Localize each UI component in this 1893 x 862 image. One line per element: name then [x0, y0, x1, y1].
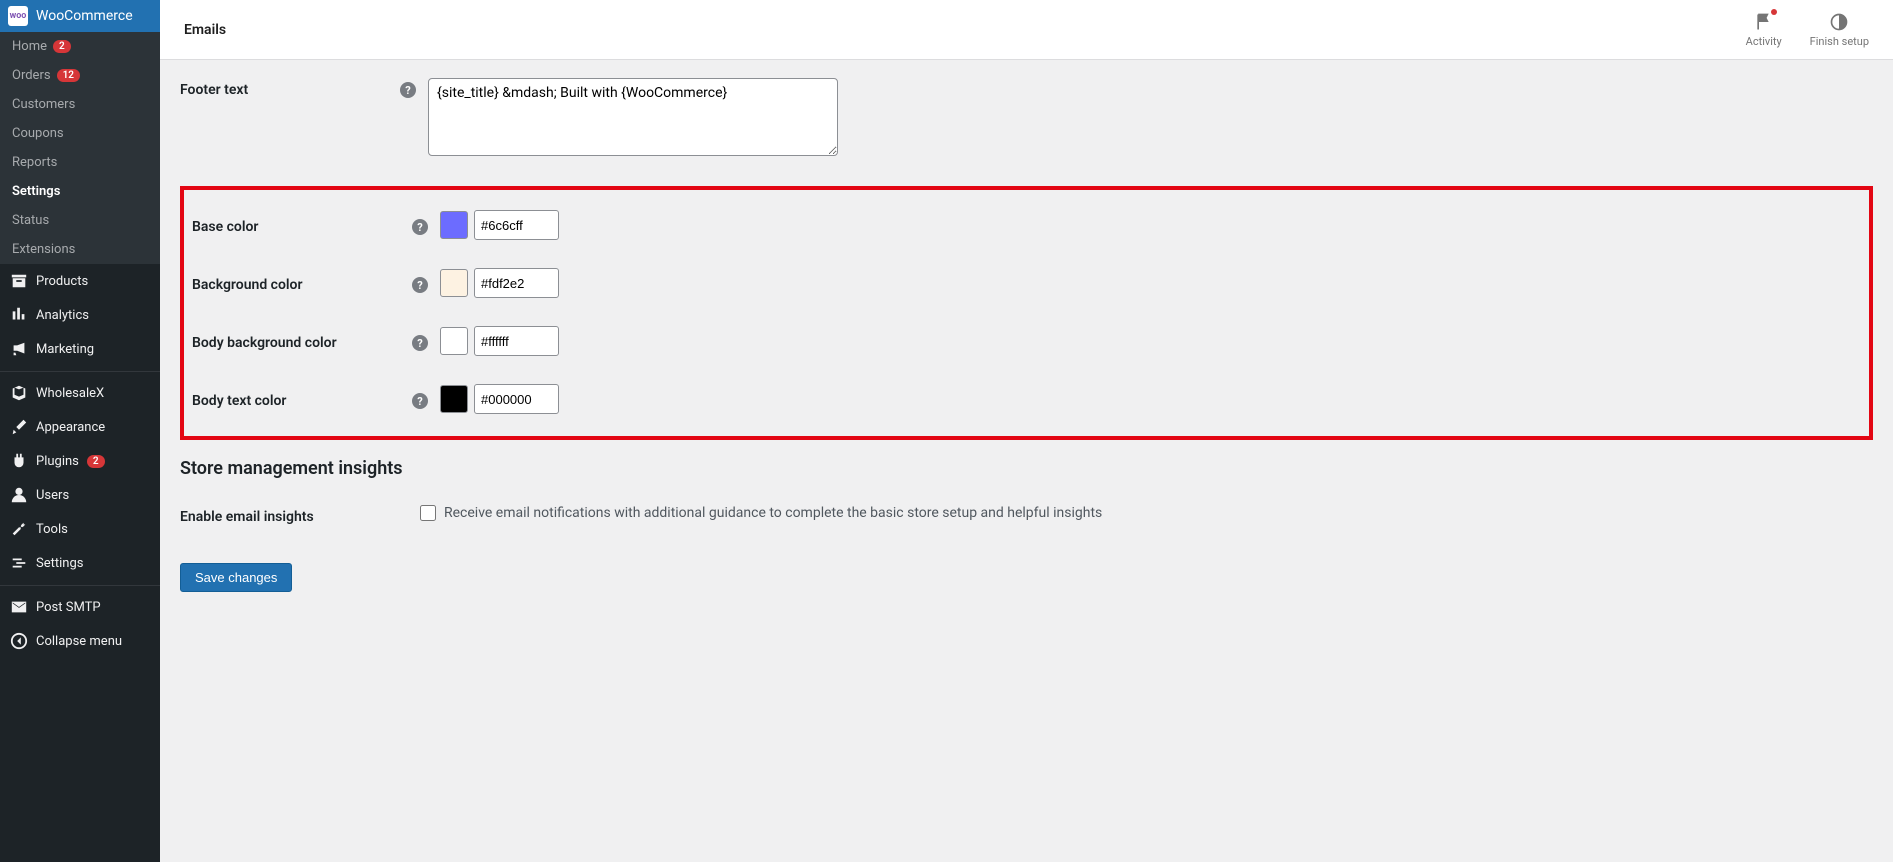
brush-icon [10, 418, 28, 436]
topbar-actions: Activity Finish setup [1746, 11, 1869, 48]
label-footer-text: Footer text [180, 78, 400, 98]
sidebar-item-label: Appearance [36, 420, 105, 435]
row-body-text-color: Body text color ? [192, 370, 1861, 428]
main-content: Emails Activity Finish setup [160, 0, 1893, 862]
topbar-action-label: Finish setup [1810, 35, 1869, 48]
row-base-color: Base color ? [192, 196, 1861, 254]
sidebar-item-products[interactable]: Products [0, 264, 160, 298]
sidebar-item-extensions[interactable]: Extensions [0, 235, 160, 264]
notification-badge: 2 [87, 455, 105, 468]
background-color-input[interactable] [474, 268, 559, 298]
package-icon [10, 384, 28, 402]
sidebar-item-label: WholesaleX [36, 386, 104, 401]
wrench-icon [10, 520, 28, 538]
footer-text-input[interactable] [428, 78, 838, 156]
color-settings-highlight: Base color ? Background color ? Body bac… [180, 186, 1873, 440]
finish-setup-button[interactable]: Finish setup [1810, 11, 1869, 48]
topbar-action-label: Activity [1746, 35, 1782, 48]
sidebar-item-label: Products [36, 274, 88, 289]
row-footer-text: Footer text ? [180, 64, 1873, 174]
sidebar-item-coupons[interactable]: Coupons [0, 119, 160, 148]
notification-dot [1771, 9, 1777, 15]
sidebar-item-label: Reports [12, 155, 57, 170]
help-icon[interactable]: ? [412, 219, 428, 235]
help-icon[interactable]: ? [412, 277, 428, 293]
admin-sidebar: woo WooCommerce Home 2 Orders 12 Custome… [0, 0, 160, 862]
sidebar-item-plugins[interactable]: Plugins 2 [0, 444, 160, 478]
notification-badge: 12 [57, 69, 80, 82]
help-icon[interactable]: ? [400, 82, 416, 98]
sidebar-item-users[interactable]: Users [0, 478, 160, 512]
sidebar-brand-label: WooCommerce [36, 8, 133, 24]
sidebar-item-appearance[interactable]: Appearance [0, 410, 160, 444]
sidebar-item-reports[interactable]: Reports [0, 148, 160, 177]
sidebar-item-orders[interactable]: Orders 12 [0, 61, 160, 90]
sidebar-item-label: Plugins [36, 454, 79, 469]
body-text-color-input[interactable] [474, 384, 559, 414]
sidebar-item-label: Customers [12, 97, 75, 112]
sidebar-brand[interactable]: woo WooCommerce [0, 0, 160, 32]
sidebar-item-label: Orders [12, 68, 51, 83]
sidebar-item-marketing[interactable]: Marketing [0, 332, 160, 366]
sidebar-item-label: Post SMTP [36, 600, 101, 615]
row-body-bg-color: Body background color ? [192, 312, 1861, 370]
sidebar-item-tools[interactable]: Tools [0, 512, 160, 546]
sidebar-item-settings[interactable]: Settings [0, 177, 160, 206]
activity-button[interactable]: Activity [1746, 11, 1782, 48]
background-color-swatch[interactable] [440, 269, 468, 297]
label-body-bg-color: Body background color [192, 331, 412, 351]
help-icon[interactable]: ? [412, 393, 428, 409]
base-color-input[interactable] [474, 210, 559, 240]
sidebar-item-label: Settings [12, 184, 60, 199]
sidebar-item-customers[interactable]: Customers [0, 90, 160, 119]
sidebar-item-label: Marketing [36, 342, 94, 357]
body-bg-color-input[interactable] [474, 326, 559, 356]
megaphone-icon [10, 340, 28, 358]
page-title: Emails [184, 22, 226, 38]
half-circle-icon [1828, 11, 1850, 33]
label-enable-insights: Enable email insights [180, 505, 420, 525]
base-color-swatch[interactable] [440, 211, 468, 239]
archive-icon [10, 272, 28, 290]
label-background-color: Background color [192, 273, 412, 293]
row-enable-insights: Enable email insights Receive email noti… [180, 491, 1873, 539]
user-icon [10, 486, 28, 504]
row-background-color: Background color ? [192, 254, 1861, 312]
sidebar-item-label: Analytics [36, 308, 89, 323]
sidebar-item-home[interactable]: Home 2 [0, 32, 160, 61]
truncated-row [180, 50, 1873, 64]
enable-insights-text: Receive email notifications with additio… [444, 505, 1102, 521]
collapse-icon [10, 632, 28, 650]
label-base-color: Base color [192, 215, 412, 235]
flag-icon [1753, 11, 1775, 33]
sidebar-item-analytics[interactable]: Analytics [0, 298, 160, 332]
sidebar-item-label: Users [36, 488, 69, 503]
sidebar-item-label: Coupons [12, 126, 64, 141]
section-heading-insights: Store management insights [180, 458, 1873, 479]
woo-logo-icon: woo [8, 6, 28, 26]
mail-icon [10, 598, 28, 616]
body-text-color-swatch[interactable] [440, 385, 468, 413]
label-body-text-color: Body text color [192, 389, 412, 409]
sidebar-submenu: Home 2 Orders 12 Customers Coupons Repor… [0, 32, 160, 264]
sidebar-item-status[interactable]: Status [0, 206, 160, 235]
plug-icon [10, 452, 28, 470]
sidebar-item-label: Extensions [12, 242, 75, 257]
sidebar-item-settings-wp[interactable]: Settings [0, 546, 160, 580]
sidebar-item-label: Tools [36, 522, 68, 537]
sliders-icon [10, 554, 28, 572]
sidebar-item-label: Home [12, 39, 47, 54]
sidebar-item-label: Settings [36, 556, 83, 571]
enable-insights-checkbox[interactable] [420, 505, 436, 521]
sidebar-collapse[interactable]: Collapse menu [0, 624, 160, 658]
sidebar-item-label: Status [12, 213, 49, 228]
notification-badge: 2 [53, 40, 71, 53]
help-icon[interactable]: ? [412, 335, 428, 351]
body-bg-color-swatch[interactable] [440, 327, 468, 355]
sidebar-item-wholesalex[interactable]: WholesaleX [0, 376, 160, 410]
sidebar-item-post-smtp[interactable]: Post SMTP [0, 590, 160, 624]
chart-bar-icon [10, 306, 28, 324]
sidebar-item-label: Collapse menu [36, 634, 122, 649]
save-button[interactable]: Save changes [180, 563, 292, 592]
